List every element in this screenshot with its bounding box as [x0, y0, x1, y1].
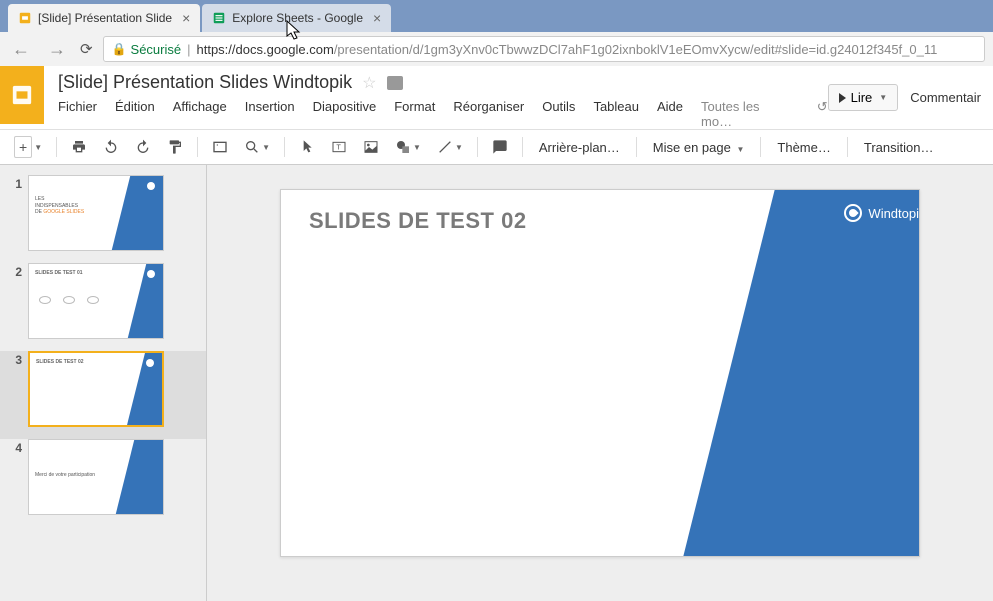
main-area: 1 LES INDISPENSABLES DE GOOGLE SLIDES 2 … [0, 165, 993, 601]
app-logo[interactable] [0, 66, 44, 124]
transition-button[interactable]: Transition… [856, 136, 942, 159]
svg-text:T: T [336, 143, 341, 152]
slides-logo-icon [11, 84, 33, 106]
menu-tableau[interactable]: Tableau [593, 99, 639, 129]
textbox-tool[interactable]: T [325, 135, 353, 159]
comment-tool[interactable] [486, 135, 514, 159]
thumbnail-panel: 1 LES INDISPENSABLES DE GOOGLE SLIDES 2 … [0, 165, 207, 601]
menu-insertion[interactable]: Insertion [245, 99, 295, 129]
folder-icon[interactable] [387, 76, 403, 90]
toolbar: +▼ ▼ T ▼ ▼ Arrière-plan… Mise en page ▼ … [0, 129, 993, 165]
document-title-row: [Slide] Présentation Slides Windtopik ☆ [58, 72, 828, 93]
thumbnail-2[interactable]: SLIDES DE TEST 01 [28, 263, 164, 339]
print-button[interactable] [65, 135, 93, 159]
tab-bar: [Slide] Présentation Slide × Explore She… [0, 0, 993, 32]
zoom-fit-button[interactable] [206, 135, 234, 159]
thumbnail-4[interactable]: Merci de votre participation [28, 439, 164, 515]
document-title[interactable]: [Slide] Présentation Slides Windtopik [58, 72, 352, 93]
thumbnail-1[interactable]: LES INDISPENSABLES DE GOOGLE SLIDES [28, 175, 164, 251]
zoom-button[interactable]: ▼ [238, 135, 276, 159]
redo-button[interactable] [129, 135, 157, 159]
brand-text: Windtopi [868, 206, 919, 221]
slide-title[interactable]: SLIDES DE TEST 02 [309, 208, 527, 234]
separator [522, 137, 523, 157]
present-label: Lire [851, 90, 873, 105]
thumb-number: 3 [8, 351, 28, 427]
image-tool[interactable] [357, 135, 385, 159]
paint-format-button[interactable] [161, 135, 189, 159]
sheets-icon [212, 11, 226, 25]
separator [477, 137, 478, 157]
thumbnail-row: 4 Merci de votre participation [8, 439, 198, 515]
canvas-area[interactable]: SLIDES DE TEST 02 Windtopi [207, 165, 993, 601]
thumbnail-3[interactable]: SLIDES DE TEST 02 [28, 351, 164, 427]
lock-icon: 🔒 [112, 42, 127, 56]
addr-separator: | [187, 42, 190, 57]
brand-icon [844, 204, 862, 222]
browser-tab-active[interactable]: [Slide] Présentation Slide × [8, 4, 200, 32]
url-path: /presentation/d/1gm3yXnv0cTbwwzDCl7ahF1g… [334, 42, 938, 57]
tab-title: Explore Sheets - Google [232, 11, 363, 25]
thumb-number: 4 [8, 439, 28, 515]
select-tool[interactable] [293, 135, 321, 159]
history-icon[interactable]: ↺ [817, 99, 828, 129]
address-row: ← → ⟳ 🔒 Sécurisé | https://docs.google.c… [0, 32, 993, 66]
star-icon[interactable]: ☆ [362, 73, 376, 93]
separator [197, 137, 198, 157]
thumb-number: 2 [8, 263, 28, 339]
separator [56, 137, 57, 157]
separator [760, 137, 761, 157]
thumbnail-row: 3 SLIDES DE TEST 02 [0, 351, 206, 439]
slides-icon [18, 11, 32, 25]
tab-title: [Slide] Présentation Slide [38, 11, 172, 25]
slide-decoration [683, 190, 920, 556]
separator [636, 137, 637, 157]
browser-chrome: [Slide] Présentation Slide × Explore She… [0, 0, 993, 66]
theme-button[interactable]: Thème… [769, 136, 838, 159]
menu-fichier[interactable]: Fichier [58, 99, 97, 129]
menu-edition[interactable]: Édition [115, 99, 155, 129]
menu-outils[interactable]: Outils [542, 99, 575, 129]
address-bar[interactable]: 🔒 Sécurisé | https://docs.google.com/pre… [103, 36, 985, 62]
back-button[interactable]: ← [8, 39, 34, 60]
menu-format[interactable]: Format [394, 99, 435, 129]
menubar: Fichier Édition Affichage Insertion Diap… [58, 99, 828, 129]
present-button[interactable]: Lire ▼ [828, 84, 899, 111]
app-header: [Slide] Présentation Slides Windtopik ☆ … [0, 66, 993, 129]
shape-tool[interactable]: ▼ [389, 135, 427, 159]
slide-brand: Windtopi [844, 204, 919, 222]
thumbnail-row: 1 LES INDISPENSABLES DE GOOGLE SLIDES [8, 175, 198, 251]
menu-diapositive[interactable]: Diapositive [313, 99, 377, 129]
slide-canvas[interactable]: SLIDES DE TEST 02 Windtopi [280, 189, 920, 557]
new-slide-button[interactable]: +▼ [8, 132, 48, 162]
url-host: https://docs.google.com [197, 42, 334, 57]
menu-last-edit[interactable]: Toutes les mo… [701, 99, 793, 129]
separator [847, 137, 848, 157]
menu-affichage[interactable]: Affichage [173, 99, 227, 129]
menu-reorganiser[interactable]: Réorganiser [453, 99, 524, 129]
thumbnail-row: 2 SLIDES DE TEST 01 [8, 263, 198, 339]
separator [284, 137, 285, 157]
layout-button[interactable]: Mise en page ▼ [645, 136, 753, 159]
forward-button[interactable]: → [44, 39, 70, 60]
line-tool[interactable]: ▼ [431, 135, 469, 159]
thumb-number: 1 [8, 175, 28, 251]
play-icon [839, 93, 846, 103]
close-icon[interactable]: × [182, 10, 190, 26]
reload-button[interactable]: ⟳ [80, 40, 93, 58]
secure-label: Sécurisé [131, 42, 182, 57]
menu-aide[interactable]: Aide [657, 99, 683, 129]
undo-button[interactable] [97, 135, 125, 159]
comments-button[interactable]: Commentair [908, 85, 983, 110]
background-button[interactable]: Arrière-plan… [531, 136, 628, 159]
close-icon[interactable]: × [373, 10, 381, 26]
browser-tab-inactive[interactable]: Explore Sheets - Google × [202, 4, 391, 32]
chevron-down-icon: ▼ [879, 93, 887, 102]
